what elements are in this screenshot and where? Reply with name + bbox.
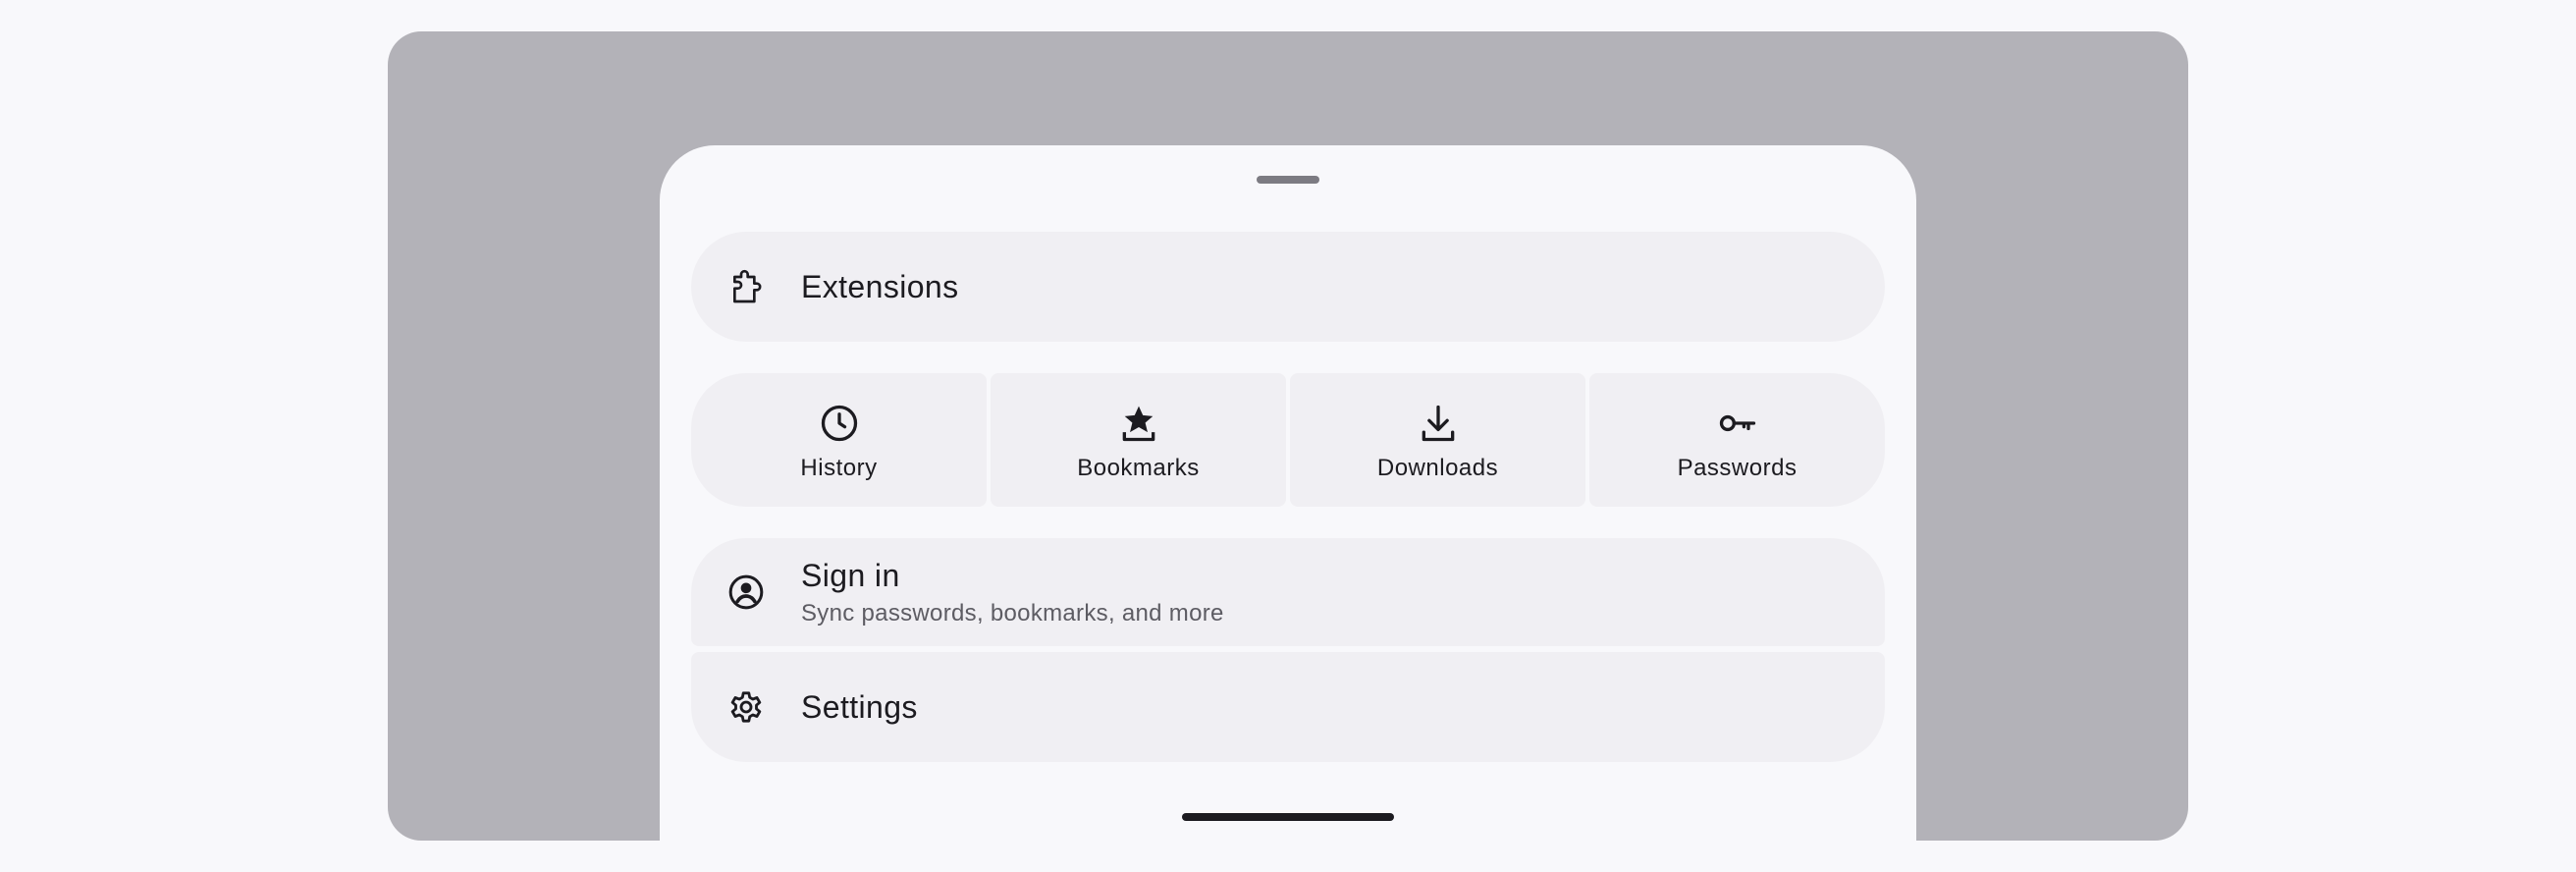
gear-icon — [726, 687, 766, 727]
key-icon — [1716, 402, 1759, 445]
passwords-label: Passwords — [1677, 455, 1798, 481]
history-tile[interactable]: History — [691, 373, 987, 507]
home-indicator[interactable] — [1182, 813, 1394, 821]
sign-in-label: Sign in — [801, 557, 900, 593]
passwords-tile[interactable]: Passwords — [1589, 373, 1885, 507]
quick-actions-row: History Bookmarks Downloads Passwords — [691, 373, 1885, 507]
history-label: History — [800, 455, 878, 481]
download-icon — [1417, 402, 1460, 445]
puzzle-icon — [726, 267, 766, 306]
downloads-label: Downloads — [1376, 455, 1499, 481]
account-circle-icon — [726, 572, 766, 612]
downloads-tile[interactable]: Downloads — [1290, 373, 1585, 507]
sign-in-menu-item[interactable]: Sign in Sync passwords, bookmarks, and m… — [691, 538, 1885, 646]
star-icon — [1117, 402, 1160, 445]
menu-bottom-sheet: Extensions History Bookmarks Downloads P… — [660, 145, 1916, 872]
extensions-menu-item[interactable]: Extensions — [691, 232, 1885, 342]
extensions-label: Extensions — [801, 268, 959, 304]
clock-icon — [818, 402, 861, 445]
settings-label: Settings — [801, 688, 918, 725]
sign-in-description: Sync passwords, bookmarks, and more — [801, 599, 1224, 627]
bookmarks-label: Bookmarks — [1077, 455, 1200, 481]
bookmarks-tile[interactable]: Bookmarks — [991, 373, 1286, 507]
drag-handle[interactable] — [1257, 176, 1319, 184]
settings-menu-item[interactable]: Settings — [691, 652, 1885, 762]
